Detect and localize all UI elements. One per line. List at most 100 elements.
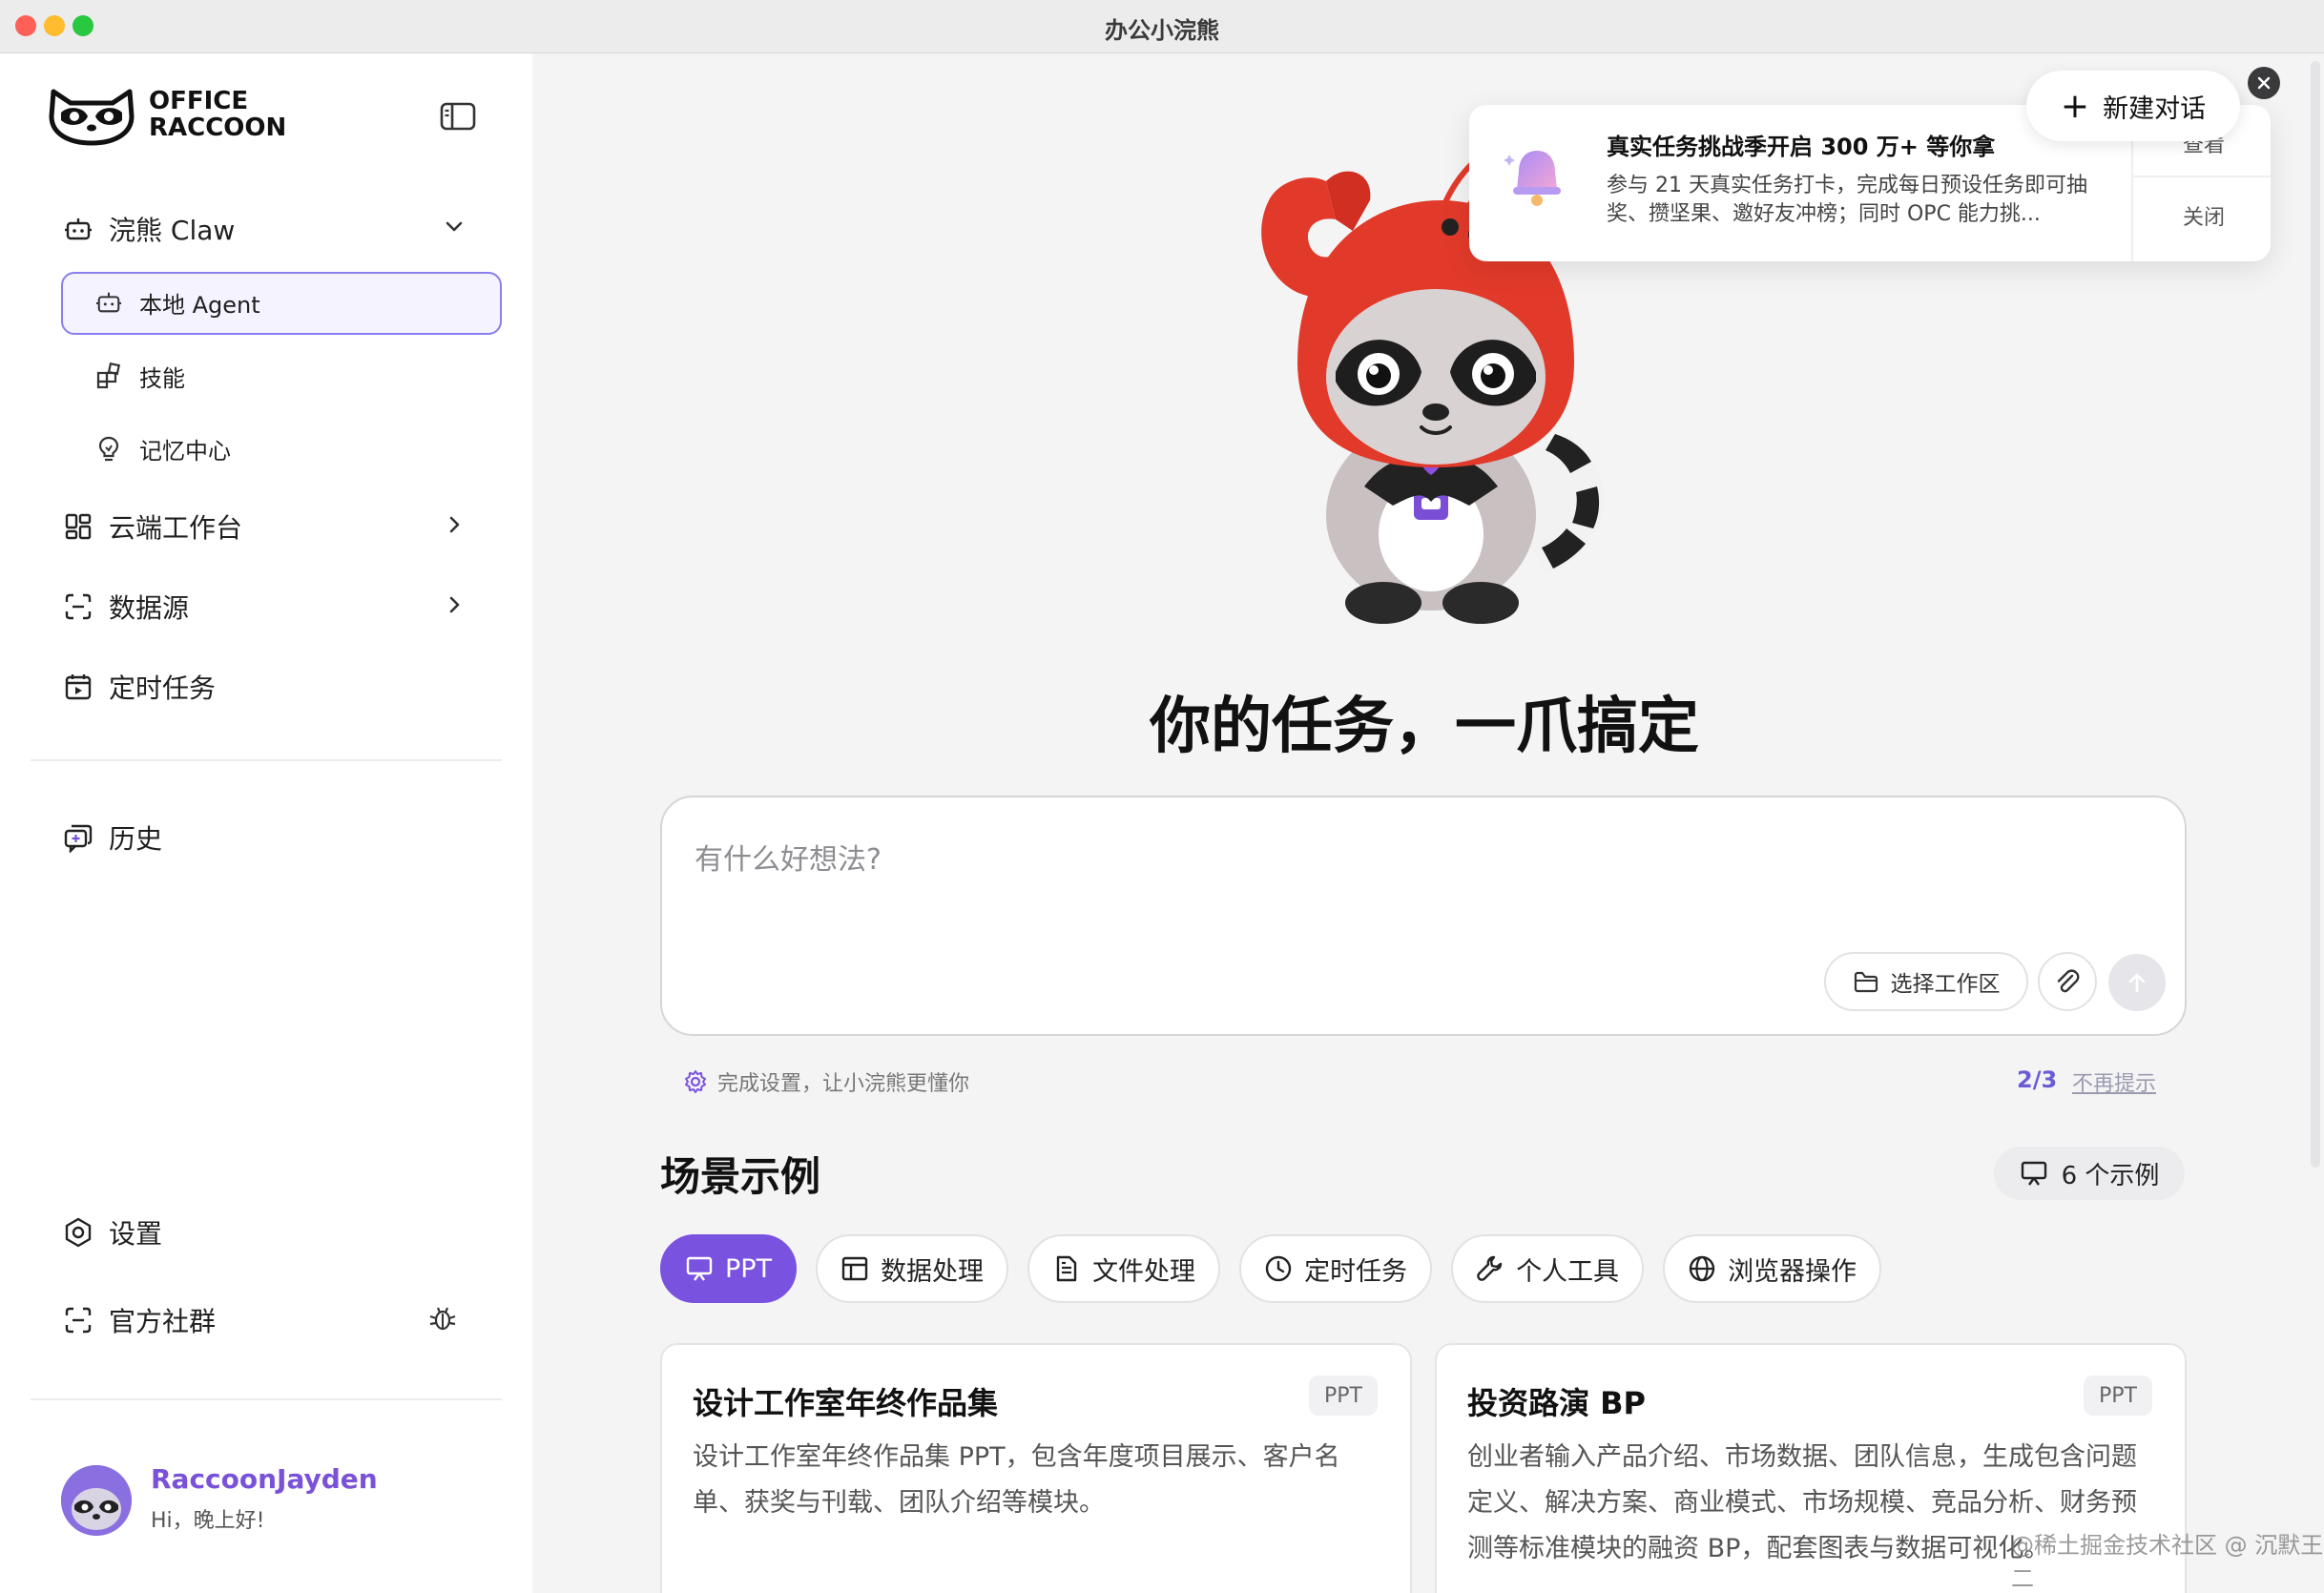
sidebar-item-label: 本地 Agent [139,291,260,319]
card-title: 投资路演 BP [1467,1385,1646,1421]
card-title: 设计工作室年终作品集 [693,1385,999,1421]
tab-label: 个人工具 [1516,1256,1620,1287]
clock-icon [1264,1254,1293,1283]
notification-title: 真实任务挑战季开启 300 万+ 等你拿 [1607,134,1996,160]
send-button[interactable] [2108,954,2166,1011]
gear-icon [685,1070,706,1093]
tab-label: 数据处理 [881,1256,985,1287]
dismiss-hint-link[interactable]: 不再提示 [2072,1066,2156,1097]
card-description: 设计工作室年终作品集 PPT，包含年度项目展示、客户名单、获奖与刊载、团队介绍等… [693,1442,1340,1518]
sidebar-item-label: 定时任务 [109,672,217,704]
select-workspace-button[interactable]: 选择工作区 [1824,952,2028,1011]
tab-label: 定时任务 [1304,1256,1408,1287]
gear-icon [61,1215,95,1250]
sidebar-item-cloud-workspace[interactable]: 云端工作台 [61,507,242,546]
scan-icon [61,590,95,624]
arrow-up-icon [2128,973,2146,993]
sidebar-item-settings[interactable]: 设置 [61,1213,162,1252]
scan-icon [61,1303,95,1337]
notification-close-button[interactable]: 关闭 [2137,200,2271,231]
bell-icon [1504,151,1561,206]
new-chat-button[interactable]: + 新建对话 [2026,71,2240,141]
sidebar-item-local-agent[interactable]: 本地 Agent [92,285,260,320]
tab-data-processing[interactable]: 数据处理 [816,1234,1009,1303]
scenario-tabs: PPT 数据处理 文件处理 定时任务 个人工具 浏览器操作 [660,1234,1900,1303]
presentation-icon [685,1254,714,1283]
presentation-icon [2021,1161,2046,1186]
setup-hint-text: 完成设置，让小浣熊更懂你 [717,1072,970,1096]
folder-icon [1854,971,1878,993]
section-title: 场景示例 [660,1153,821,1200]
raccoon-logo-icon [49,89,135,146]
tab-label: PPT [725,1253,773,1284]
setup-hint[interactable]: 完成设置，让小浣熊更懂你 [683,1066,969,1097]
calendar-icon [61,670,95,704]
sidebar-item-label: 浣熊 Claw [109,215,236,246]
sidebar-item-label: 记忆中心 [139,437,231,465]
sidebar-divider [31,1398,502,1400]
sidebar-item-label: 技能 [139,364,185,392]
sidebar-toggle-icon[interactable] [439,101,477,132]
sidebar-item-scheduled-tasks[interactable]: 定时任务 [61,668,216,706]
robot-icon [61,212,95,246]
prompt-input-box[interactable]: 有什么好想法? 选择工作区 [660,796,2187,1036]
bulb-icon [92,431,126,465]
tab-label: 浏览器操作 [1728,1256,1857,1287]
table-icon [840,1254,869,1283]
skills-icon [92,359,126,393]
chevron-right-icon[interactable] [441,511,467,538]
avatar[interactable] [61,1465,132,1536]
plus-icon: + [2060,86,2090,126]
tab-browser-operations[interactable]: 浏览器操作 [1663,1234,1882,1303]
notification-body: 参与 21 天真实任务打卡，完成每日预设任务即可抽奖、攒坚果、邀好友冲榜；同时 … [1607,174,2087,226]
sidebar-item-skills[interactable]: 技能 [92,359,185,393]
tab-file-processing[interactable]: 文件处理 [1027,1234,1221,1303]
page-title: 你的任务，一爪搞定 [1150,692,1699,762]
sidebar-item-memory[interactable]: 记忆中心 [92,431,231,465]
card-badge: PPT [2084,1376,2152,1416]
paperclip-icon [2057,969,2080,993]
setup-progress: 2/3 [2017,1066,2058,1093]
chevron-right-icon[interactable] [441,591,467,618]
tab-scheduled-tasks[interactable]: 定时任务 [1239,1234,1433,1303]
prompt-input-placeholder[interactable]: 有什么好想法? [695,836,882,878]
brand-wordmark: OFFICE RACCOON [149,88,286,141]
raccoon-avatar-icon [61,1465,132,1536]
scenario-card[interactable]: 设计工作室年终作品集 PPT 设计工作室年终作品集 PPT，包含年度项目展示、客… [660,1343,1412,1593]
title-bar: 办公小浣熊 [0,0,2324,53]
scrollbar[interactable] [2311,61,2320,1168]
sidebar-item-claw[interactable]: 浣熊 Claw [61,210,235,248]
robot-icon [92,285,126,320]
brand-line-2: RACCOON [149,114,287,142]
select-workspace-label: 选择工作区 [1890,972,2001,997]
sidebar-item-community[interactable]: 官方社群 [61,1301,216,1339]
new-chat-label: 新建对话 [2103,93,2207,124]
watermark-text: @稀土掘金技术社区 @ 沉默王二 [2011,1532,2324,1592]
user-name[interactable]: RaccoonJayden [151,1463,378,1495]
sidebar-item-label: 官方社群 [109,1306,217,1337]
tab-label: 文件处理 [1092,1256,1196,1287]
brand-line-1: OFFICE [149,87,249,115]
sidebar-item-history[interactable]: 历史 [61,818,162,857]
tab-ppt[interactable]: PPT [660,1234,798,1303]
attach-button[interactable] [2038,952,2097,1011]
card-badge: PPT [1309,1376,1378,1416]
dashboard-icon [61,509,95,544]
close-icon [2257,76,2271,90]
document-icon [1052,1254,1081,1283]
examples-count-label: 6 个示例 [2061,1161,2160,1190]
sidebar-item-label: 云端工作台 [109,512,243,544]
sidebar-item-label: 数据源 [109,592,190,624]
globe-icon [1688,1254,1716,1283]
chat-history-icon [61,820,95,855]
notification-divider [2133,176,2271,177]
window-title: 办公小浣熊 [1105,17,1219,44]
bug-icon[interactable] [427,1303,458,1334]
close-popup-button[interactable] [2248,67,2280,99]
examples-count-button[interactable]: 6 个示例 [1994,1147,2185,1200]
wrench-icon [1476,1254,1504,1283]
tab-personal-tools[interactable]: 个人工具 [1451,1234,1645,1303]
chevron-down-icon[interactable] [441,214,467,240]
sidebar-item-data-source[interactable]: 数据源 [61,588,189,626]
sidebar-divider [31,759,502,761]
